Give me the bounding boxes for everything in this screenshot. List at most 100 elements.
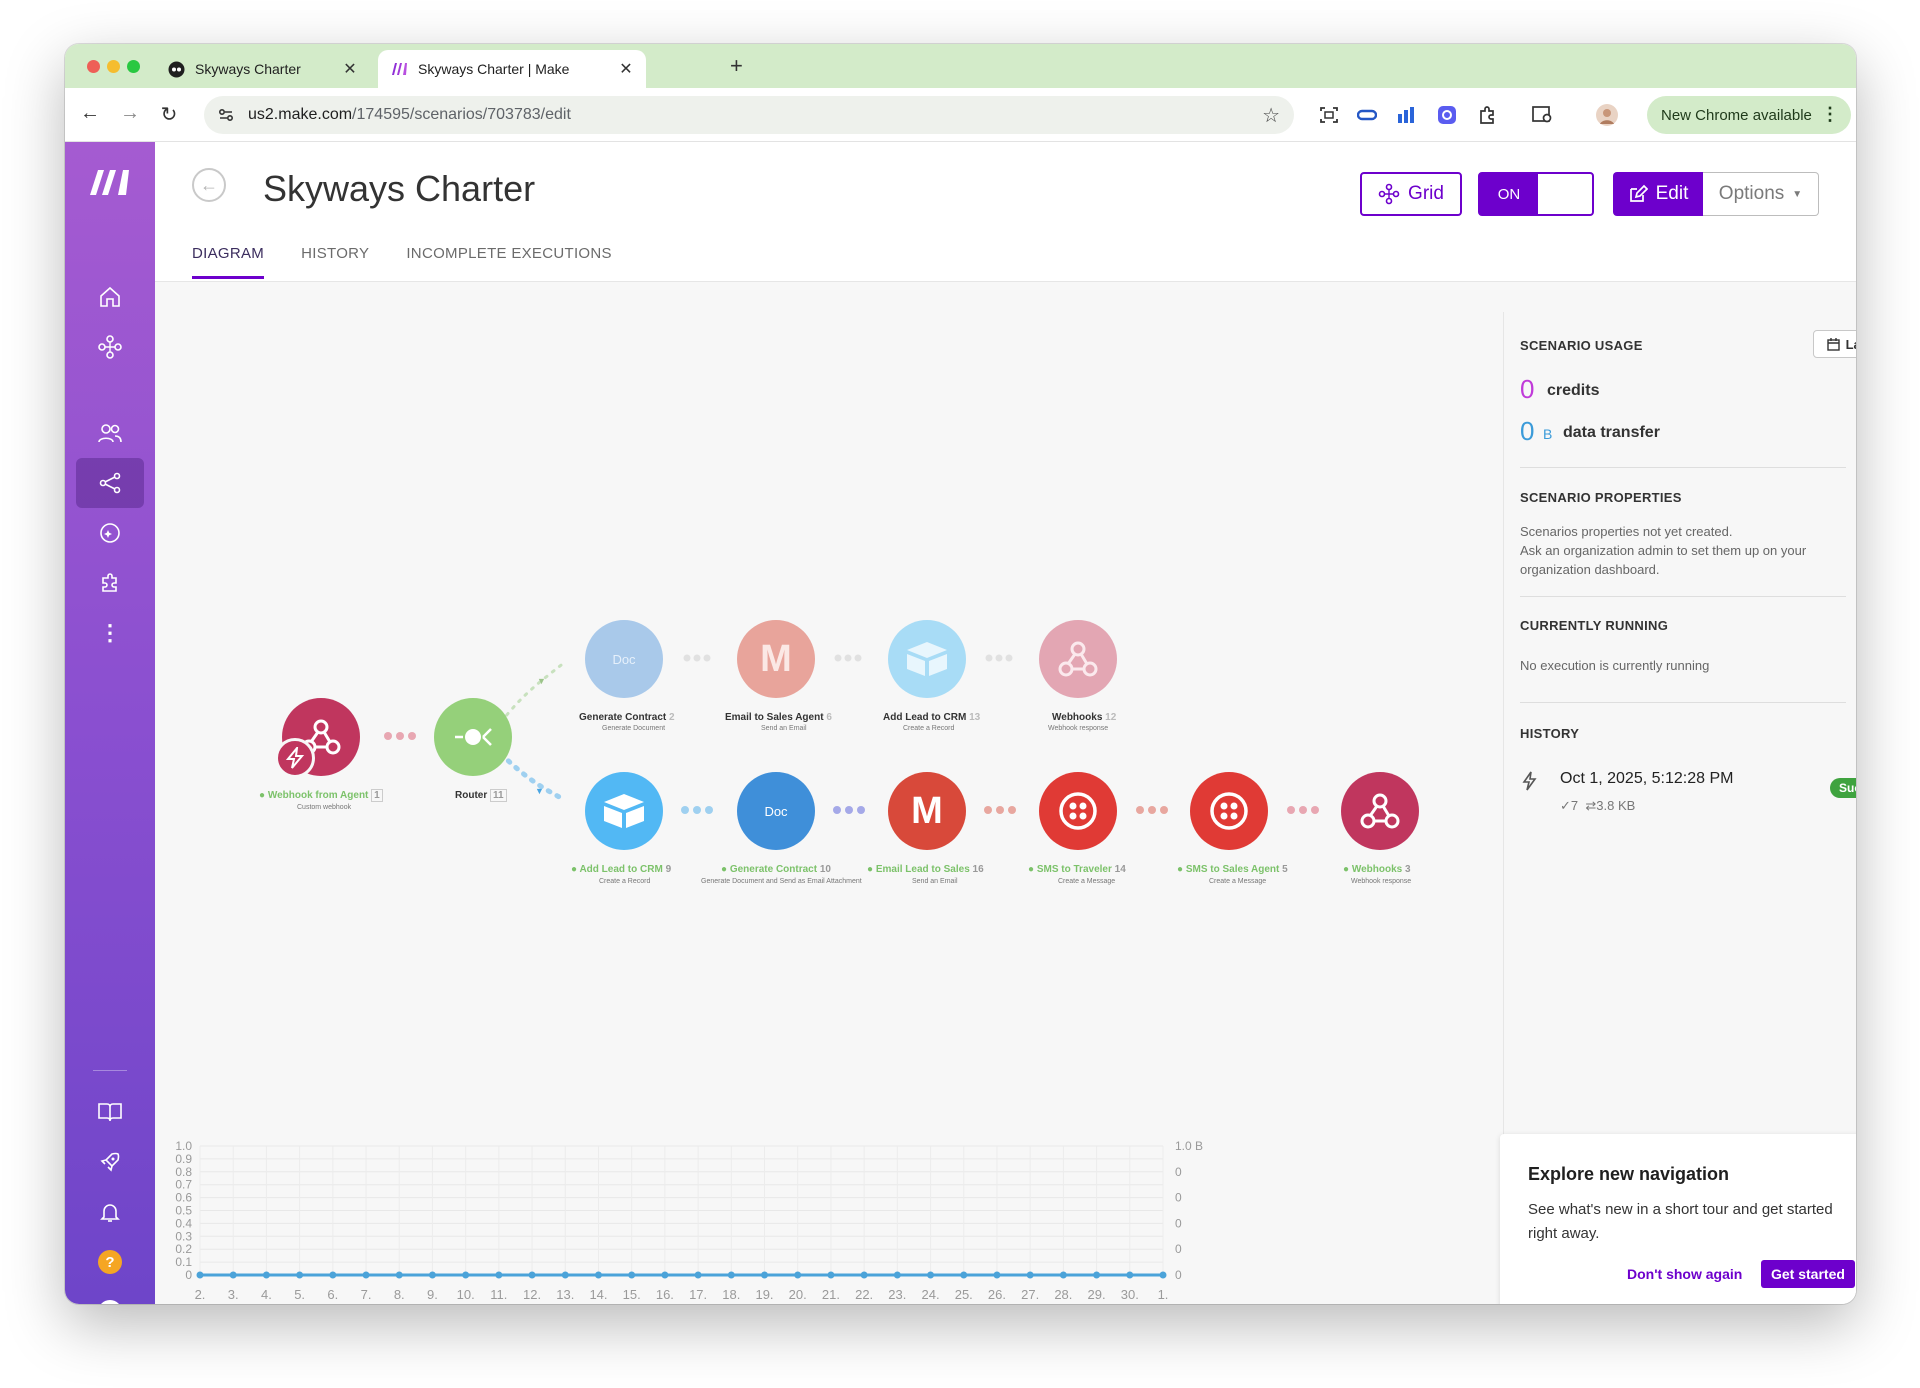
close-icon[interactable]: ✕	[340, 59, 360, 79]
scenario-canvas[interactable]: ▼ ▼ ● Webhook from Agent 1 Custom webhoo…	[155, 282, 1856, 1304]
tab-incomplete-executions[interactable]: INCOMPLETE EXECUTIONS	[406, 245, 612, 279]
extension-chart-icon[interactable]	[1395, 103, 1419, 127]
options-label: Options	[1718, 183, 1785, 204]
close-window-button[interactable]	[87, 60, 100, 73]
top-route-label: Add Lead to CRM	[883, 712, 967, 723]
data-point	[893, 1271, 901, 1279]
help-icon[interactable]: ?	[76, 1237, 144, 1287]
tab-history[interactable]: HISTORY	[301, 245, 369, 279]
data-point	[395, 1271, 403, 1279]
module-sub: Create a Message	[1058, 878, 1116, 885]
rocket-icon[interactable]	[76, 1137, 144, 1187]
workflow-icon[interactable]	[76, 322, 144, 372]
home-icon[interactable]	[76, 272, 144, 322]
tab-diagram[interactable]: DIAGRAM	[192, 245, 265, 279]
history-ops: ✓7 ⇄3.8 KB	[1560, 798, 1636, 813]
x-tick-label: 23.	[888, 1287, 906, 1302]
reading-list-icon[interactable]	[1531, 103, 1555, 127]
module-airtable-faded[interactable]	[888, 620, 966, 698]
profile-avatar[interactable]	[1595, 103, 1619, 127]
module-label: Webhooks 12	[1052, 712, 1116, 723]
scheduling-toggle[interactable]: ON	[1478, 172, 1594, 216]
reload-icon[interactable]: ↻	[156, 102, 182, 127]
chrome-update-button[interactable]: New Chrome available ⋮	[1647, 96, 1851, 134]
y-tick-label: 0.8	[175, 1165, 192, 1179]
tab-title: Skyways Charter | Make	[418, 61, 570, 77]
module-webhook-response[interactable]	[1341, 772, 1419, 850]
module-webhook-faded[interactable]	[1039, 620, 1117, 698]
x-tick-label: 25.	[955, 1287, 973, 1302]
grid-button[interactable]: Grid	[1360, 172, 1462, 216]
module-id-badge: 2	[669, 712, 675, 723]
extensions-puzzle-icon[interactable]	[1475, 103, 1499, 127]
site-settings-icon[interactable]	[216, 105, 236, 125]
get-started-button[interactable]: Get started	[1761, 1260, 1855, 1288]
module-sub: Create a Message	[1209, 878, 1267, 885]
make-logo-icon	[390, 60, 408, 78]
team-icon[interactable]	[76, 408, 144, 458]
history-item[interactable]: Oct 1, 2025, 5:12:28 PM ✓7 ⇄3.8 KB	[1520, 764, 1850, 824]
transfer-size: 3.8 KB	[1596, 798, 1636, 813]
y-right-tick-label: 0	[1175, 1242, 1182, 1256]
data-point	[794, 1271, 802, 1279]
dont-show-again-link[interactable]: Don't show again	[1627, 1266, 1742, 1282]
x-tick-label: 6.	[327, 1287, 338, 1302]
extension-link-icon[interactable]	[1355, 103, 1379, 127]
divider	[1520, 467, 1846, 468]
extension-gear-icon[interactable]	[1435, 103, 1459, 127]
avatar[interactable]	[76, 1287, 144, 1304]
svg-text:▼: ▼	[537, 676, 546, 686]
back-arrow-icon[interactable]: ←	[77, 102, 103, 125]
grid-icon	[1378, 183, 1400, 205]
module-documentero[interactable]: Doc	[737, 772, 815, 850]
bottom-route-label: SMS to Traveler	[1036, 864, 1112, 875]
module-sub: Webhook response	[1351, 878, 1412, 885]
module-gmail-faded[interactable]: M	[737, 620, 815, 698]
module-gmail[interactable]: M	[888, 772, 966, 850]
options-dropdown[interactable]: Options ▼	[1703, 172, 1819, 216]
module-sub: Webhook response	[1048, 725, 1109, 732]
router-icon	[455, 728, 492, 746]
module-doc-generate-faded[interactable]: Doc	[585, 620, 663, 698]
data-point	[229, 1271, 237, 1279]
address-bar[interactable]: us2.make.com/174595/scenarios/703783/edi…	[204, 96, 1294, 134]
bottom-route-label: Webhooks	[1351, 864, 1403, 875]
module-twilio-traveler[interactable]	[1039, 772, 1117, 850]
x-tick-label: 21.	[822, 1287, 840, 1302]
y-tick-label: 0.2	[175, 1242, 192, 1256]
tab-title: Skyways Charter	[195, 61, 301, 77]
data-point	[528, 1271, 536, 1279]
bottom-route-label: SMS to Sales Agent	[1185, 864, 1280, 875]
properties-text: Scenarios properties not yet created. As…	[1520, 522, 1806, 579]
bell-icon[interactable]	[76, 1187, 144, 1237]
module-airtable[interactable]	[585, 772, 663, 850]
divider	[1520, 702, 1846, 703]
module-sub: Create a Record	[903, 725, 955, 732]
forward-arrow-icon[interactable]: →	[117, 102, 143, 125]
module-router[interactable]	[434, 698, 512, 776]
bottom-route-label: Generate Contract	[729, 864, 818, 875]
module-twilio-sales[interactable]	[1190, 772, 1268, 850]
webhook-icon	[1360, 793, 1400, 829]
make-logo[interactable]	[76, 157, 144, 207]
y-tick-label: 0.6	[175, 1191, 192, 1205]
bookmark-star-icon[interactable]: ☆	[1262, 103, 1280, 128]
back-button[interactable]: ←	[192, 168, 226, 202]
more-icon[interactable]: ⋮	[76, 608, 144, 658]
browser-tab-active[interactable]: Skyways Charter | Make ✕	[378, 50, 646, 88]
range-selector[interactable]: Last 7 days	[1813, 330, 1856, 358]
book-icon[interactable]	[76, 1087, 144, 1137]
minimize-window-button[interactable]	[107, 60, 120, 73]
maximize-window-button[interactable]	[127, 60, 140, 73]
screenshot-icon[interactable]	[1317, 103, 1341, 127]
apps-icon[interactable]	[76, 558, 144, 608]
close-icon[interactable]: ✕	[616, 59, 636, 79]
module-label: ● Generate Contract 10	[721, 864, 831, 875]
ai-agents-icon[interactable]	[76, 508, 144, 558]
browser-tab[interactable]: Skyways Charter ✕	[155, 50, 370, 88]
module-id-badge: 12	[1105, 712, 1117, 723]
arrow-left-icon: ←	[200, 174, 218, 195]
edit-button[interactable]: Edit	[1613, 172, 1703, 216]
scenarios-icon[interactable]	[76, 458, 144, 508]
new-tab-button[interactable]: +	[730, 53, 743, 79]
